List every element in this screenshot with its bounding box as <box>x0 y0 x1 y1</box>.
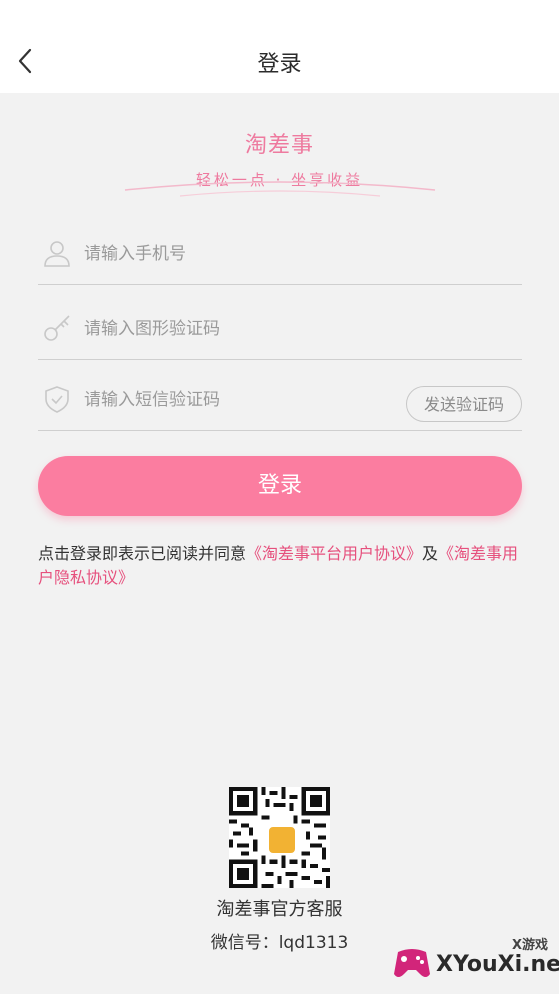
top-bar: 登录 <box>0 0 559 93</box>
phone-input[interactable] <box>84 240 384 268</box>
agreement-conjunction: 及 <box>422 544 439 563</box>
customer-service-name: 淘差事官方客服 <box>216 899 343 920</box>
phone-field <box>38 226 522 285</box>
key-icon <box>44 315 70 341</box>
brand-swoosh-decoration <box>124 181 436 197</box>
agreement-text: 点击登录即表示已阅读并同意《淘差事平台用户协议》及《淘差事用户隐私协议》 <box>38 542 522 590</box>
agreement-prefix: 点击登录即表示已阅读并同意 <box>38 544 247 563</box>
gamepad-logo-icon <box>394 949 430 977</box>
sms-code-input[interactable] <box>84 386 334 414</box>
brand-name: 淘差事 <box>244 133 314 158</box>
watermark-main-text: XYouXi.net <box>436 952 559 977</box>
site-watermark: X游戏 XYouXi.net <box>388 934 559 992</box>
user-agreement-link[interactable]: 《淘差事平台用户协议》 <box>246 544 422 563</box>
watermark-small-text: X游戏 <box>511 938 548 953</box>
captcha-field <box>38 301 522 360</box>
qr-brand-logo <box>267 825 297 855</box>
shield-check-icon <box>45 386 69 413</box>
user-icon <box>44 241 70 267</box>
page-title: 登录 <box>257 52 302 77</box>
sms-code-field: 发送验证码 <box>38 372 522 431</box>
login-button[interactable]: 登录 <box>38 456 522 516</box>
send-code-button[interactable]: 发送验证码 <box>406 386 522 422</box>
captcha-input[interactable] <box>84 315 384 343</box>
